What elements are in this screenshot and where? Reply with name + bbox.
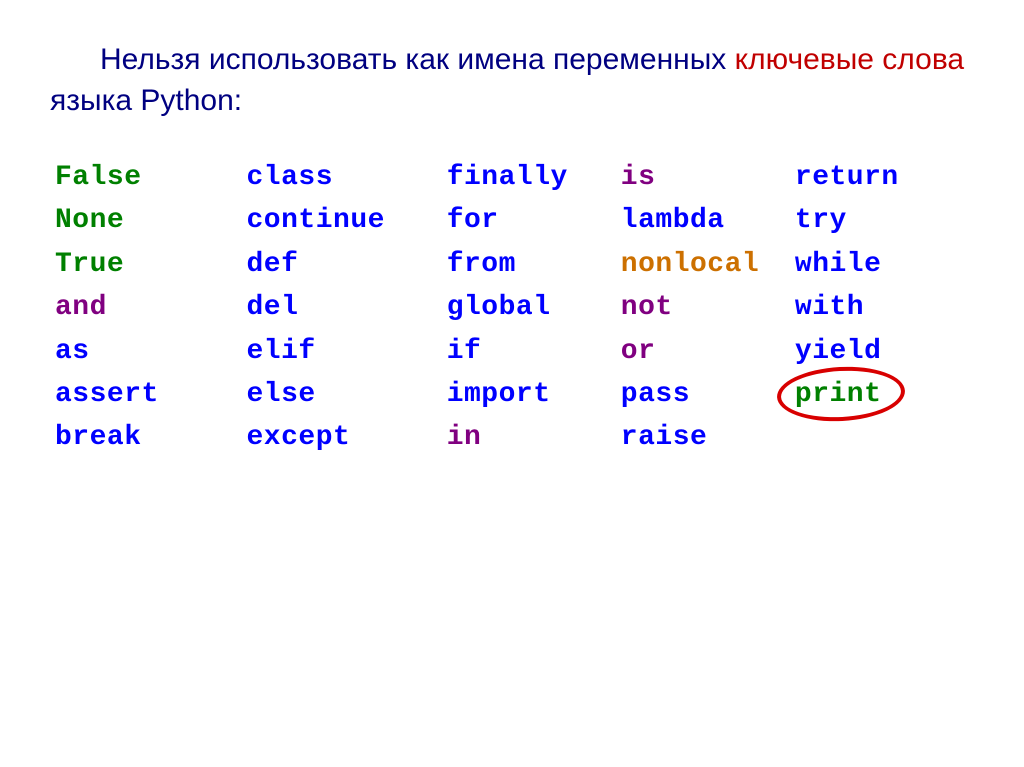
keyword-assert: assert xyxy=(55,373,247,416)
keyword-class: class xyxy=(247,156,447,199)
keyword-lambda: lambda xyxy=(621,199,795,242)
keyword-def: def xyxy=(247,243,447,286)
keyword-in: in xyxy=(447,416,621,459)
keyword-return: return xyxy=(795,156,969,199)
keyword-or: or xyxy=(621,330,795,373)
keyword-column: islambdanonlocalnotorpassraise xyxy=(621,156,795,460)
keyword-print: print xyxy=(795,379,882,410)
keyword-while: while xyxy=(795,243,969,286)
keyword-if: if xyxy=(447,330,621,373)
keyword-del: del xyxy=(247,286,447,329)
heading-part1: Нельзя использовать как имена переменных xyxy=(100,43,735,76)
keywords-grid: FalseNoneTrueandasassertbreakclasscontin… xyxy=(50,156,974,460)
keyword-is: is xyxy=(621,156,795,199)
keyword-import: import xyxy=(447,373,621,416)
keyword-column: classcontinuedefdelelifelseexcept xyxy=(247,156,447,460)
keyword-raise: raise xyxy=(621,416,795,459)
keyword-column: finallyforfromglobalifimportin xyxy=(447,156,621,460)
keyword-as: as xyxy=(55,330,247,373)
heading: Нельзя использовать как имена переменных… xyxy=(50,40,974,121)
keyword-None: None xyxy=(55,199,247,242)
circled-keyword: print xyxy=(795,373,969,416)
keyword-yield: yield xyxy=(795,330,969,373)
slide: Нельзя использовать как имена переменных… xyxy=(0,0,1024,460)
keyword-False: False xyxy=(55,156,247,199)
keyword-break: break xyxy=(55,416,247,459)
keyword-from: from xyxy=(447,243,621,286)
keyword-elif: elif xyxy=(247,330,447,373)
keyword-pass: pass xyxy=(621,373,795,416)
keyword-with: with xyxy=(795,286,969,329)
keyword-and: and xyxy=(55,286,247,329)
heading-part3: языка Python: xyxy=(50,84,242,117)
keyword-nonlocal: nonlocal xyxy=(621,243,795,286)
heading-keywords: ключевые слова xyxy=(735,43,964,76)
keyword-not: not xyxy=(621,286,795,329)
keyword-else: else xyxy=(247,373,447,416)
keyword-try: try xyxy=(795,199,969,242)
keyword-finally: finally xyxy=(447,156,621,199)
keyword-continue: continue xyxy=(247,199,447,242)
keyword-except: except xyxy=(247,416,447,459)
keyword-for: for xyxy=(447,199,621,242)
keyword-column: returntrywhilewithyield print xyxy=(795,156,969,460)
keyword-column: FalseNoneTrueandasassertbreak xyxy=(55,156,247,460)
keyword-global: global xyxy=(447,286,621,329)
keyword-True: True xyxy=(55,243,247,286)
